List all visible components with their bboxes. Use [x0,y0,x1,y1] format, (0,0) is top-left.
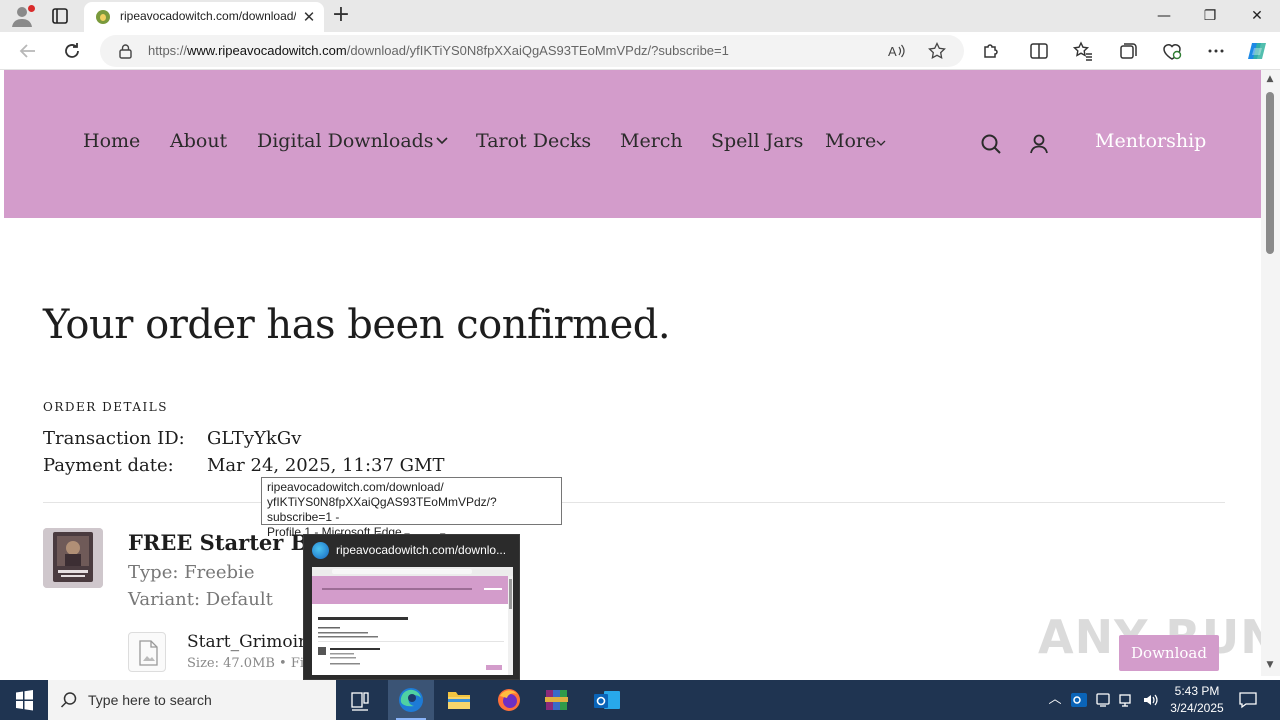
firefox-icon [498,689,520,711]
taskbar-edge[interactable] [388,680,434,720]
outlook-icon [594,691,620,709]
search-placeholder: Type here to search [88,692,212,708]
taskbar-firefox[interactable] [486,680,532,720]
back-arrow-icon[interactable] [17,40,39,62]
extensions-icon[interactable] [980,40,1002,62]
product-variant: Variant: Default [128,589,273,610]
winrar-icon [545,690,568,710]
product-type: Type: Freebie [128,562,255,583]
outlook-tray-icon[interactable] [1070,691,1088,709]
download-button[interactable]: Download [1119,635,1219,671]
taskbar-winrar[interactable] [534,680,580,720]
browser-toolbar: https://www.ripeavocadowitch.com/downloa… [0,32,1280,70]
windows-start-icon[interactable] [0,680,48,720]
task-view-button[interactable] [337,680,383,720]
divider [43,502,1225,503]
preview-title: ripeavocadowitch.com/downlo... [336,543,507,557]
file-size: Size: 47.0MB • Fi [187,656,305,671]
nav-more[interactable]: More [825,130,876,152]
site-header: Home About Digital Downloads Tarot Decks… [4,70,1261,218]
maximize-button[interactable]: ❐ [1187,4,1233,28]
file-name: Start_Grimoire [187,632,317,652]
windows-taskbar: Type here to search ︿ 5:43 PM 3/24/2025 [0,680,1280,720]
url-path: /download/yfIKTiYS0N8fpXXaiQgAS93TEoMmVP… [346,43,729,58]
volume-icon[interactable] [1142,691,1160,709]
web-page: Home About Digital Downloads Tarot Decks… [4,70,1261,676]
more-chevron-icon[interactable] [876,139,886,147]
window-preview[interactable]: ripeavocadowitch.com/downlo... [303,534,520,680]
page-scrollbar[interactable]: ▲ ▼ [1261,70,1280,676]
payment-date-label: Payment date: [43,455,174,476]
edge-icon [399,688,423,712]
favorites-icon[interactable] [1072,40,1094,62]
tab-title: ripeavocadowitch.com/download/yfIKTiYS0N… [120,9,296,23]
task-view-icon [351,692,369,711]
system-clock[interactable]: 5:43 PM 3/24/2025 [1165,683,1229,717]
nav-digital-downloads[interactable]: Digital Downloads [257,130,434,152]
chevron-down-icon[interactable] [435,136,449,146]
read-aloud-icon[interactable]: A [888,43,906,59]
url-host: www.ripeavocadowitch.com [187,43,347,58]
order-details-label: ORDER DETAILS [43,400,168,414]
transaction-value: GLTyYkGv [207,428,302,449]
browser-tab-bar: ripeavocadowitch.com/download/yfIKTiYS0N… [0,0,1280,32]
scrollbar-thumb[interactable] [1266,92,1274,254]
collections-icon[interactable] [1117,40,1139,62]
nav-spell-jars[interactable]: Spell Jars [711,130,803,152]
tab-actions-icon[interactable] [50,6,70,26]
active-tab[interactable]: ripeavocadowitch.com/download/yfIKTiYS0N… [84,2,324,32]
refresh-icon[interactable] [61,40,83,62]
scroll-up-icon[interactable]: ▲ [1265,74,1275,84]
url-text: https://www.ripeavocadowitch.com/downloa… [148,43,729,58]
device-icon[interactable] [1094,691,1112,709]
tooltip-line-1: ripeavocadowitch.com/download/ [267,480,444,494]
close-window-button[interactable]: ✕ [1234,4,1280,28]
minimize-button[interactable]: — [1141,4,1187,28]
notification-center-icon[interactable] [1238,690,1258,710]
new-tab-button[interactable]: + [330,4,352,27]
taskbar-tooltip: ripeavocadowitch.com/download/ yfIKTiYS0… [261,477,562,539]
avocado-favicon-icon [96,10,110,24]
tooltip-line-2: yfIKTiYS0N8fpXXaiQgAS93TEoMmVPdz/?subscr… [267,495,497,524]
nav-home[interactable]: Home [83,130,140,152]
payment-date-value: Mar 24, 2025, 11:37 GMT [207,455,445,476]
file-icon [128,632,166,672]
nav-about[interactable]: About [170,130,227,152]
transaction-label: Transaction ID: [43,428,185,449]
clock-time: 5:43 PM [1174,684,1220,698]
mentorship-link[interactable]: Mentorship [1095,130,1206,152]
more-menu-icon[interactable] [1205,40,1227,62]
network-icon[interactable] [1118,691,1136,709]
nav-merch[interactable]: Merch [620,130,683,152]
close-tab-icon[interactable]: ✕ [300,8,318,26]
nav-tarot-decks[interactable]: Tarot Decks [476,130,591,152]
notification-dot [28,5,35,12]
favorite-star-icon[interactable] [928,42,946,60]
url-prefix: https:// [148,43,188,58]
show-hidden-icons[interactable]: ︿ [1046,691,1064,709]
search-icon [60,692,77,708]
page-title: Your order has been confirmed. [43,302,671,348]
product-thumbnail [43,528,103,588]
address-bar[interactable]: https://www.ripeavocadowitch.com/downloa… [100,35,964,67]
clock-date: 3/24/2025 [1170,701,1224,715]
edge-icon [312,542,329,559]
svg-text:A: A [888,44,897,59]
taskbar-outlook[interactable] [584,680,630,720]
copilot-icon[interactable] [1246,40,1268,62]
folder-icon [448,692,470,709]
book-cover-image [43,528,103,588]
account-icon[interactable] [1027,132,1051,156]
scroll-down-icon[interactable]: ▼ [1265,660,1275,670]
split-screen-icon[interactable] [1028,40,1050,62]
taskbar-search[interactable]: Type here to search [48,680,336,720]
search-icon[interactable] [979,132,1003,156]
preview-thumbnail [312,567,513,675]
taskbar-file-explorer[interactable] [436,680,482,720]
lock-icon[interactable] [118,43,133,59]
browser-essentials-icon[interactable] [1161,40,1183,62]
